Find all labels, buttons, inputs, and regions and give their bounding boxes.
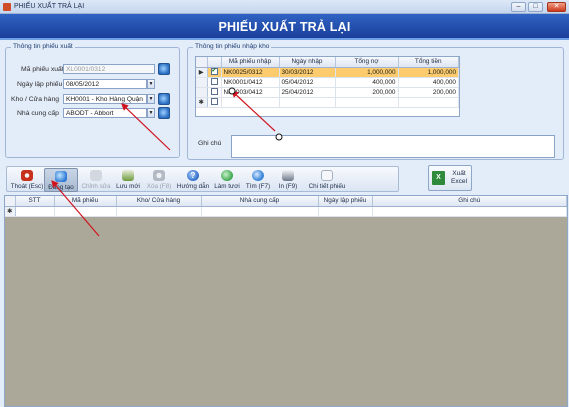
cursor-marker-icon — [275, 133, 283, 141]
annotation-overlay — [51, 87, 283, 237]
annotation-arrow-store — [121, 103, 171, 151]
annotation-arrow-create — [51, 180, 100, 237]
annotation-arrow-checkbox — [231, 90, 276, 132]
cursor-marker-icon — [228, 87, 236, 95]
